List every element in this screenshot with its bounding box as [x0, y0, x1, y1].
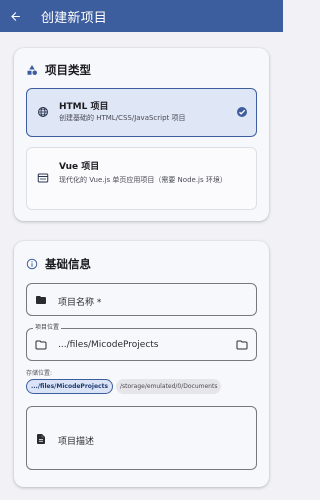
option-vue-project[interactable]: Vue 项目 现代化的 Vue.js 单页应用项目（需要 Node.js 环境）	[26, 147, 257, 210]
app-bar: 创建新项目	[0, 0, 283, 32]
globe-icon	[38, 107, 48, 117]
arrow-back-icon	[10, 11, 20, 21]
check-circle-icon	[237, 107, 247, 117]
basic-info-heading: 基础信息	[45, 257, 91, 271]
web-window-icon	[37, 173, 49, 183]
category-shapes-icon	[27, 65, 37, 75]
info-icon	[26, 258, 38, 270]
project-name-placeholder: 项目名称 *	[58, 298, 102, 308]
back-button[interactable]	[1, 0, 29, 32]
basic-info-header: 基础信息	[26, 256, 91, 272]
project-type-heading: 项目类型	[45, 63, 91, 77]
option-title: Vue 项目	[59, 162, 100, 172]
folder-outline-icon	[35, 340, 47, 350]
option-title: HTML 项目	[59, 102, 109, 112]
option-description: 创建基础的 HTML/CSS/JavaScript 项目	[59, 114, 186, 122]
option-description: 现代化的 Vue.js 单页应用项目（需要 Node.js 环境）	[59, 176, 227, 184]
storage-chip-documents[interactable]: /storage/emulated/0/Documents	[116, 379, 222, 394]
option-html-project[interactable]: HTML 项目 创建基础的 HTML/CSS/JavaScript 项目	[26, 88, 257, 137]
project-type-card: 项目类型 HTML 项目 创建基础的 HTML/CSS/JavaScript 项…	[14, 48, 269, 221]
project-location-value: .../files/MicodeProjects	[58, 340, 159, 350]
storage-chip-app-files[interactable]: .../files/MicodeProjects	[26, 379, 114, 394]
folder-browse-icon[interactable]	[236, 339, 248, 351]
description-icon	[37, 434, 45, 444]
folder-icon	[36, 296, 46, 304]
project-name-input[interactable]: 项目名称 *	[26, 283, 257, 316]
project-description-input[interactable]: 项目描述	[26, 406, 257, 470]
page-title: 创建新项目	[41, 10, 108, 26]
project-type-header: 项目类型	[26, 62, 91, 78]
basic-info-card: 基础信息 项目名称 * 项目位置 .../files/MicodeProject…	[14, 241, 269, 487]
project-description-placeholder: 项目描述	[58, 437, 95, 447]
project-location-input[interactable]: 项目位置 .../files/MicodeProjects	[26, 324, 257, 361]
project-location-label: 项目位置	[33, 324, 62, 332]
storage-location-label: 存储位置:	[26, 370, 53, 377]
